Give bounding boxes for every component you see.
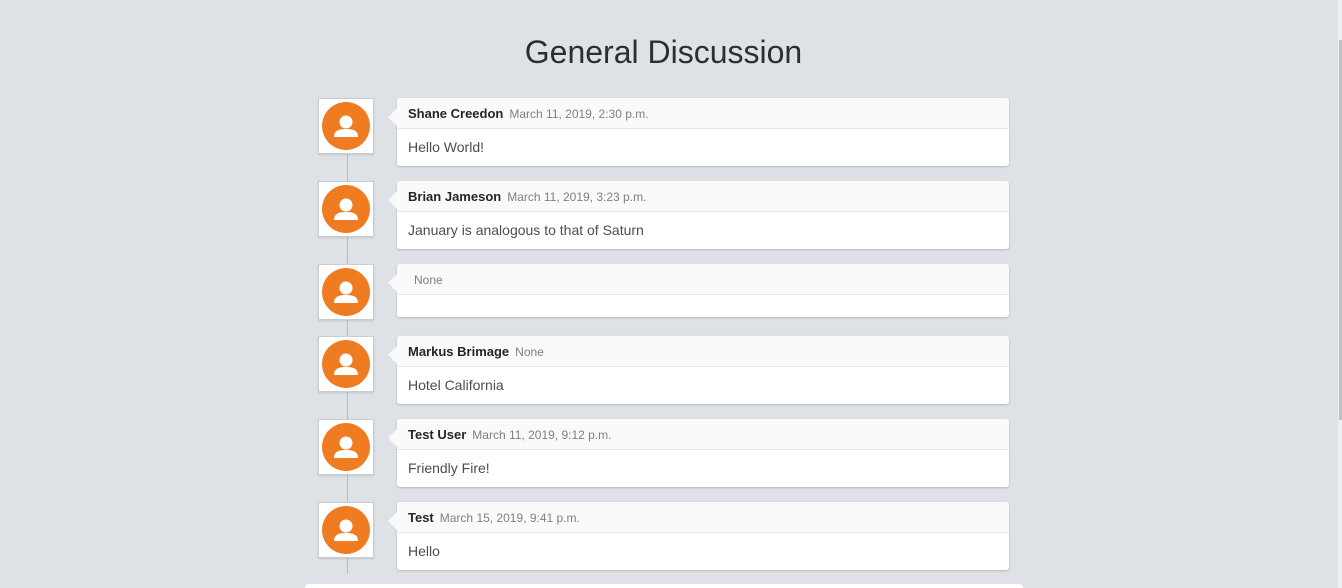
comment-card: None: [388, 264, 1009, 317]
avatar: [318, 502, 374, 558]
comment-date: March 15, 2019, 9:41 p.m.: [439, 511, 580, 525]
user-icon: [322, 506, 370, 554]
comment-text: Hello World!: [408, 139, 484, 155]
comment-date: None: [515, 345, 544, 359]
comment-text: Hello: [408, 543, 440, 559]
reply-form-edge: [305, 584, 1023, 588]
user-icon: [322, 102, 370, 150]
comment-author: Test: [408, 510, 434, 525]
avatar: [318, 181, 374, 237]
comment-author: Brian Jameson: [408, 189, 502, 204]
comment-text: [397, 295, 1009, 317]
page-title: General Discussion: [524, 34, 803, 70]
comment-author: Shane Creedon: [408, 106, 504, 121]
avatar: [318, 336, 374, 392]
comment-card: Shane Creedon March 11, 2019, 2:30 p.m. H…: [388, 98, 1009, 166]
comment-text: January is analogous to that of Saturn: [408, 222, 644, 238]
comment-date: March 11, 2019, 3:23 p.m.: [507, 190, 647, 204]
comment-author: Test User: [408, 427, 467, 442]
comment-header: Shane Creedon March 11, 2019, 2:30 p.m.: [397, 98, 1009, 129]
comment-date: March 11, 2019, 9:12 p.m.: [472, 428, 612, 442]
comment-text: Friendly Fire!: [408, 460, 490, 476]
comment-card: Test March 15, 2019, 9:41 p.m. Hello: [388, 502, 1009, 570]
comment-card: Brian Jameson March 11, 2019, 3:23 p.m. J…: [388, 181, 1009, 249]
comment-author: Markus Brimage: [408, 344, 510, 359]
comment-header: Test March 15, 2019, 9:41 p.m.: [397, 502, 1009, 533]
discussion-page: General Discussion Shane Creedon March 11…: [0, 0, 1342, 588]
comment-date: None: [414, 273, 443, 287]
comment-card: Test User March 11, 2019, 9:12 p.m. Frien…: [388, 419, 1009, 487]
comment-date: March 11, 2019, 2:30 p.m.: [509, 107, 649, 121]
comment-header: Markus Brimage None: [397, 336, 1009, 367]
avatar: [318, 264, 374, 320]
avatar: [318, 419, 374, 475]
user-icon: [322, 423, 370, 471]
user-icon: [322, 268, 370, 316]
comment-header: Brian Jameson March 11, 2019, 3:23 p.m.: [397, 181, 1009, 212]
comment-header: None: [397, 264, 1009, 295]
avatar: [318, 98, 374, 154]
user-icon: [322, 340, 370, 388]
comment-card: Markus Brimage None Hotel California: [388, 336, 1009, 404]
comment-text: Hotel California: [408, 377, 504, 393]
user-icon: [322, 185, 370, 233]
scrollbar[interactable]: [1338, 0, 1342, 588]
comment-header: Test User March 11, 2019, 9:12 p.m.: [397, 419, 1009, 450]
